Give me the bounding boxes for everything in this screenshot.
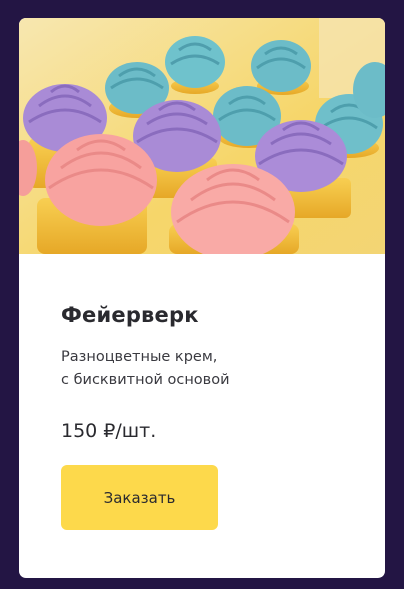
cupcake-teal-2 xyxy=(165,36,225,94)
product-description-line-2: с бисквитной основой xyxy=(61,372,230,388)
product-description: Разноцветные крем, с бисквитной основой xyxy=(61,346,230,392)
cupcakes-photo xyxy=(19,18,385,254)
product-price: 150 ₽/шт. xyxy=(61,420,157,442)
order-button[interactable]: Заказать xyxy=(61,465,218,530)
cupcake-teal-3 xyxy=(251,40,311,95)
product-card: Фейерверк Разноцветные крем, с бисквитно… xyxy=(19,18,385,578)
product-title: Фейерверк xyxy=(61,303,199,327)
product-description-line-1: Разноцветные крем, xyxy=(61,349,218,365)
